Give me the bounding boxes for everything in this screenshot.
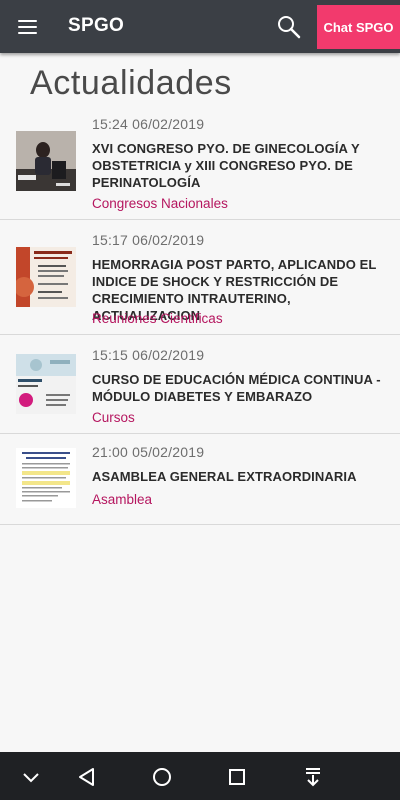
news-category-link[interactable]: Cursos [92, 410, 135, 425]
page-title: Actualidades [30, 64, 232, 102]
news-title: XVI CONGRESO PYO. DE GINECOLOGÍA Y OBSTE… [92, 141, 360, 190]
recents-icon[interactable] [224, 764, 250, 790]
news-item[interactable]: 15:24 06/02/2019 XVI CONGRESO PYO. DE GI… [0, 104, 400, 220]
news-category-link[interactable]: Reuniones Cientificas [92, 311, 223, 326]
back-icon[interactable] [74, 764, 100, 790]
notification-pull-icon[interactable] [300, 764, 326, 790]
news-thumbnail-image [16, 448, 76, 508]
news-item[interactable]: 21:00 05/02/2019 ASAMBLEA GENERAL EXTRAO… [0, 434, 400, 525]
news-time: 15:17 06/02/2019 [92, 232, 205, 248]
app-title: SPGO [68, 15, 125, 36]
news-category-link[interactable]: Congresos Nacionales [92, 196, 228, 211]
top-app-bar: SPGO Chat SPGO [0, 0, 400, 53]
hamburger-menu-icon[interactable] [10, 10, 44, 44]
news-list: 15:24 06/02/2019 XVI CONGRESO PYO. DE GI… [0, 104, 400, 525]
app-screen: SPGO Chat SPGO Actualidades 15:24 06/02/… [0, 0, 400, 800]
news-item[interactable]: 15:15 06/02/2019 CURSO DE EDUCACIÓN MÉDI… [0, 335, 400, 434]
news-category-link[interactable]: Asamblea [92, 492, 152, 507]
news-time: 15:15 06/02/2019 [92, 347, 205, 363]
news-time: 15:24 06/02/2019 [92, 116, 205, 132]
news-thumbnail-image [16, 354, 76, 414]
system-nav-bar [0, 752, 400, 800]
chat-spgo-button[interactable]: Chat SPGO [317, 5, 400, 49]
news-title: CURSO DE EDUCACIÓN MÉDICA CONTINUA - MÓD… [92, 372, 381, 404]
search-icon[interactable] [272, 10, 306, 44]
news-item[interactable]: 15:17 06/02/2019 HEMORRAGIA POST PARTO, … [0, 220, 400, 335]
news-title: ASAMBLEA GENERAL EXTRAORDINARIA [92, 469, 357, 484]
home-icon[interactable] [149, 764, 175, 790]
news-time: 21:00 05/02/2019 [92, 444, 205, 460]
collapse-chevron-icon[interactable] [18, 764, 44, 790]
news-thumbnail-image [16, 247, 76, 307]
news-thumbnail-image [16, 131, 76, 191]
